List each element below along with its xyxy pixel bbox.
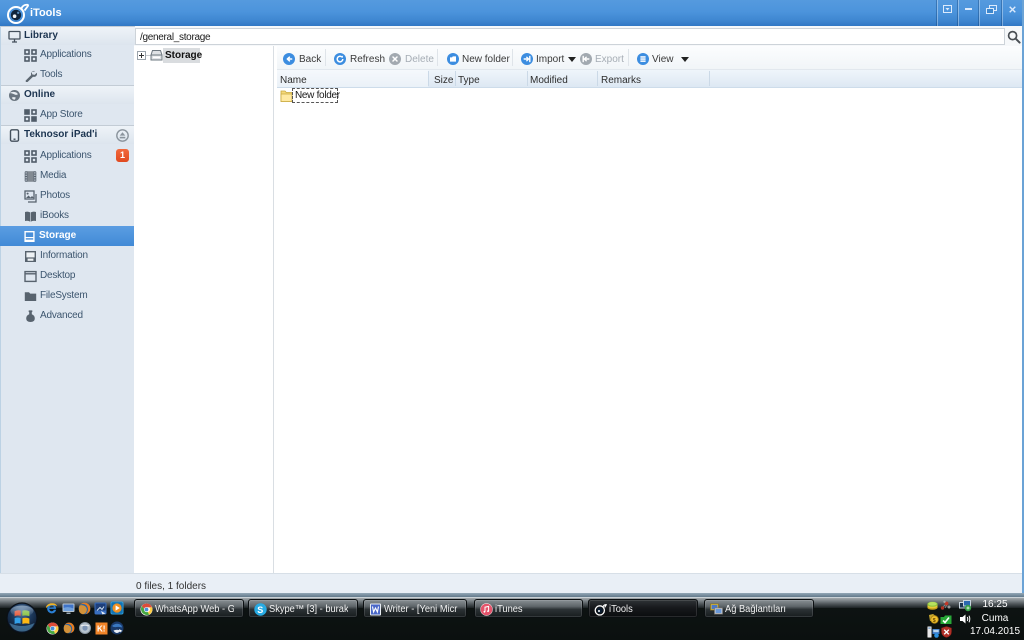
svg-text:K!: K! xyxy=(97,625,105,634)
svg-text:S: S xyxy=(257,605,263,615)
svg-text:$: $ xyxy=(933,618,936,624)
